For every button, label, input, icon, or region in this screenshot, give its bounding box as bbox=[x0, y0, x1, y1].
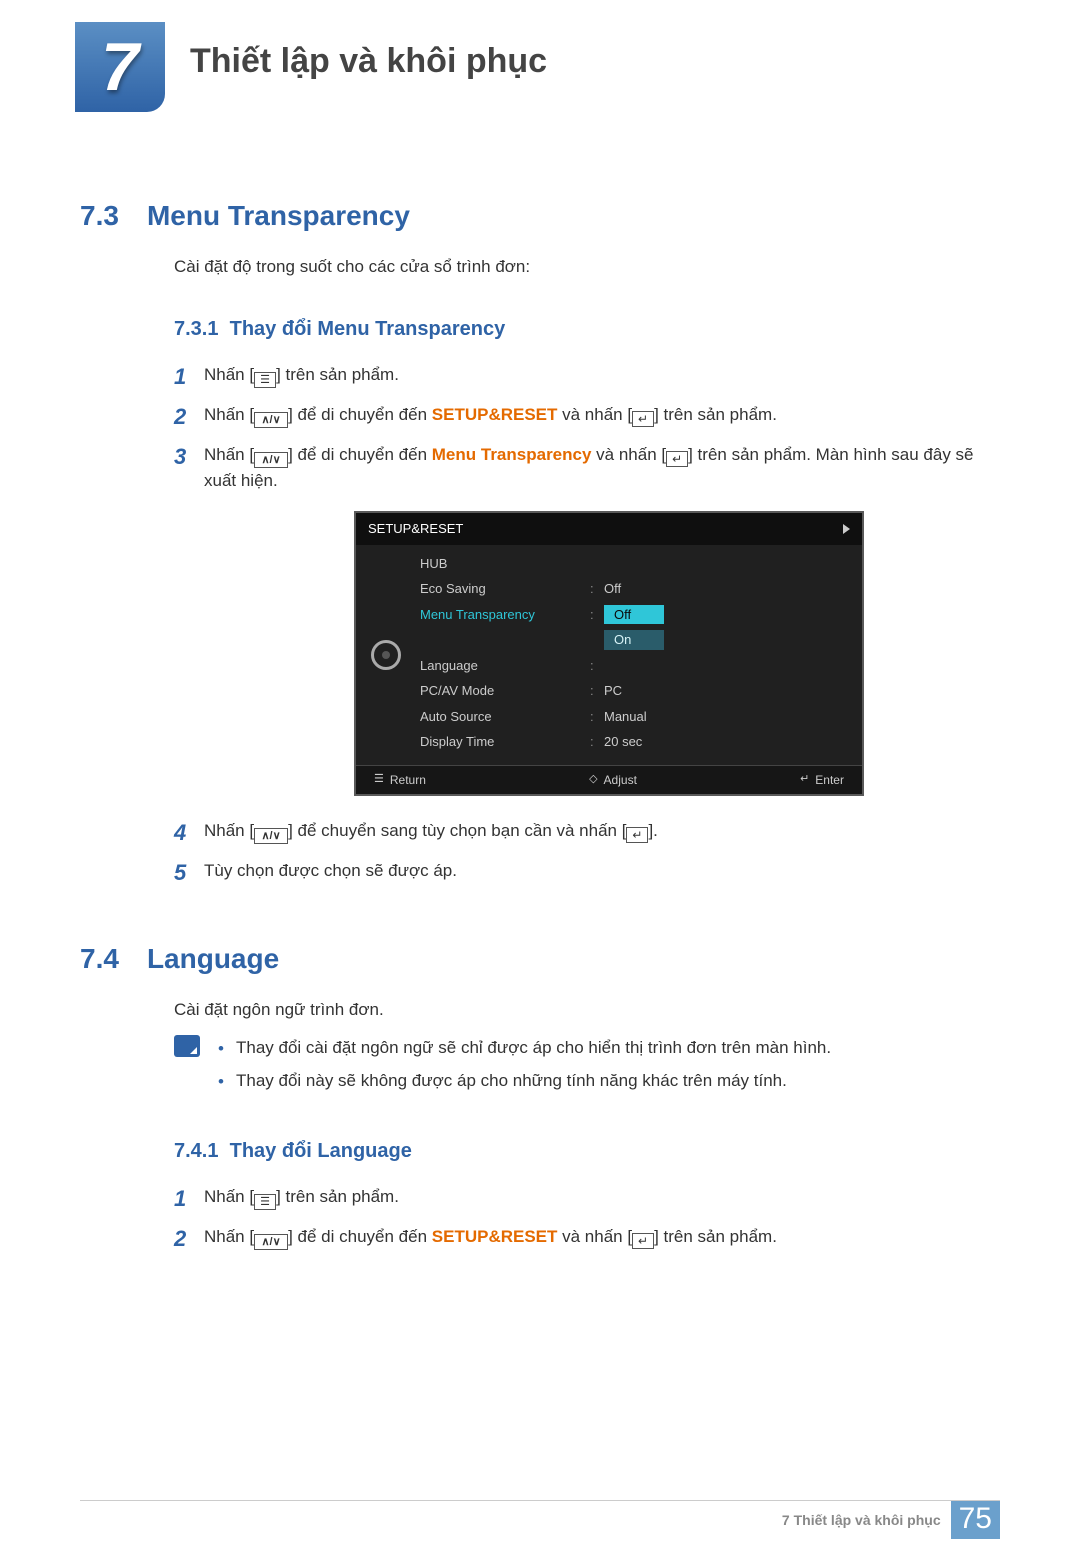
osd-row-pcav: PC/AV Mode:PC bbox=[420, 678, 848, 704]
footer-title: 7 Thiết lập và khôi phục bbox=[782, 1512, 941, 1528]
enter-icon: ↵ bbox=[800, 771, 809, 788]
note-line-2: Thay đổi này sẽ không được áp cho những … bbox=[218, 1068, 831, 1094]
section-7-3-heading: 7.3 Menu Transparency bbox=[80, 200, 1000, 232]
enter-icon bbox=[632, 1233, 654, 1249]
osd-row-autosource: Auto Source:Manual bbox=[420, 704, 848, 730]
osd-icon-column bbox=[356, 545, 416, 765]
section-7-4-intro: Cài đặt ngôn ngữ trình đơn. bbox=[174, 997, 1000, 1023]
gear-icon bbox=[371, 640, 401, 670]
osd-row-menu-transparency: Menu Transparency:Off bbox=[420, 602, 848, 628]
chapter-title: Thiết lập và khôi phục bbox=[190, 22, 1080, 81]
osd-row-hub: HUB bbox=[420, 551, 848, 577]
note-line-1: Thay đổi cài đặt ngôn ngữ sẽ chỉ được áp… bbox=[218, 1035, 831, 1061]
enter-icon bbox=[666, 451, 688, 467]
section-7-4-num: 7.4 bbox=[80, 943, 119, 975]
subsection-7-3-1-heading: 7.3.1 Thay đổi Menu Transparency bbox=[174, 314, 1000, 344]
step-7-3-1-2: 2 Nhấn [] để di chuyển đến SETUP&RESET v… bbox=[174, 402, 1000, 428]
up-down-icon bbox=[254, 452, 288, 468]
up-down-icon bbox=[254, 828, 288, 844]
step-7-3-1-3: 3 Nhấn [] để di chuyển đến Menu Transpar… bbox=[174, 442, 1000, 494]
step-7-3-1-1: 1 Nhấn [] trên sản phẩm. bbox=[174, 362, 1000, 388]
osd-row-language: Language: bbox=[420, 653, 848, 679]
osd-row-displaytime: Display Time:20 sec bbox=[420, 729, 848, 755]
enter-icon bbox=[632, 411, 654, 427]
section-7-4-title: Language bbox=[147, 943, 279, 975]
step-7-3-1-5: 5 Tùy chọn được chọn sẽ được áp. bbox=[174, 858, 1000, 884]
osd-footer: ☰Return ◇Adjust ↵Enter bbox=[356, 765, 862, 794]
osd-row-menu-transparency-alt: On bbox=[420, 627, 848, 653]
diamond-icon: ◇ bbox=[589, 771, 597, 788]
section-7-4-heading: 7.4 Language bbox=[80, 943, 1000, 975]
right-arrow-icon bbox=[843, 524, 850, 534]
step-7-4-1-2: 2 Nhấn [] để di chuyển đến SETUP&RESET v… bbox=[174, 1224, 1000, 1250]
osd-row-eco: Eco Saving:Off bbox=[420, 576, 848, 602]
step-7-4-1-1: 1 Nhấn [] trên sản phẩm. bbox=[174, 1184, 1000, 1210]
chapter-banner: 7 Thiết lập và khôi phục bbox=[75, 22, 1080, 110]
step-7-3-1-4: 4 Nhấn [] để chuyển sang tùy chọn bạn cầ… bbox=[174, 818, 1000, 844]
footer-page-number: 75 bbox=[951, 1501, 1000, 1539]
up-down-icon bbox=[254, 1234, 288, 1250]
page-footer: 7 Thiết lập và khôi phục 75 bbox=[782, 1501, 1000, 1539]
menu-icon bbox=[254, 1194, 276, 1210]
section-7-3-intro: Cài đặt độ trong suốt cho các cửa sổ trì… bbox=[174, 254, 1000, 280]
osd-header: SETUP&RESET bbox=[356, 513, 862, 545]
osd-screenshot: SETUP&RESET HUB Eco Saving:Off bbox=[354, 511, 864, 796]
up-down-icon bbox=[254, 412, 288, 428]
subsection-7-4-1-heading: 7.4.1 Thay đổi Language bbox=[174, 1136, 1000, 1166]
menu-icon bbox=[254, 372, 276, 388]
enter-icon bbox=[626, 827, 648, 843]
section-7-3-num: 7.3 bbox=[80, 200, 119, 232]
note-icon bbox=[174, 1035, 200, 1057]
chapter-tab: 7 bbox=[75, 22, 165, 112]
section-7-3-title: Menu Transparency bbox=[147, 200, 410, 232]
chapter-number: 7 bbox=[101, 28, 139, 106]
menu-icon: ☰ bbox=[374, 771, 384, 788]
